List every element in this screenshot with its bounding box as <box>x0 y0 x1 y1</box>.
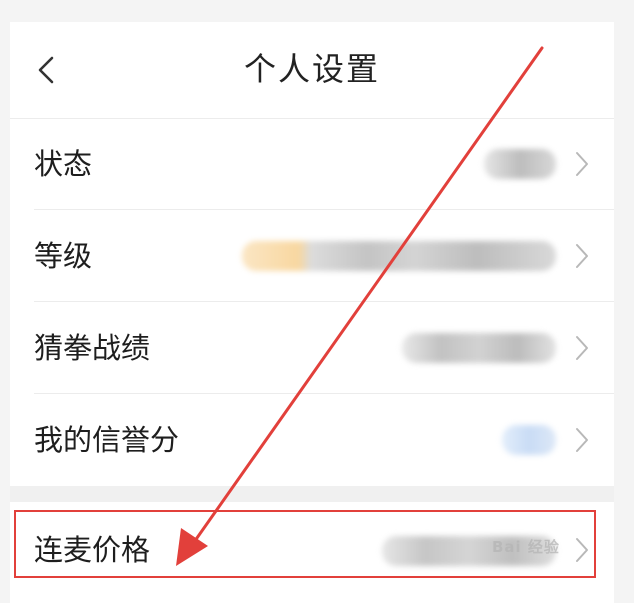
settings-row-level[interactable]: 等级 <box>10 210 614 302</box>
chevron-right-icon <box>576 538 588 562</box>
settings-panel: 个人设置 状态 等级 猜拳战绩 我的信誉分 连麦价格 <box>10 22 614 603</box>
page-title: 个人设置 <box>243 50 380 88</box>
blurred-value <box>402 333 556 363</box>
chevron-right-icon <box>576 336 588 360</box>
chevron-right-icon <box>576 428 588 452</box>
chevron-right-icon <box>576 152 588 176</box>
section-separator <box>10 486 614 502</box>
watermark-logo: Bai 经验 <box>492 538 560 556</box>
settings-row-finger-guessing[interactable]: 猜拳战绩 <box>10 302 614 394</box>
settings-row-credit-score[interactable]: 我的信誉分 <box>10 394 614 486</box>
settings-row-label: 状态 <box>34 147 93 181</box>
blurred-value <box>502 425 556 455</box>
settings-row-label: 等级 <box>34 239 93 273</box>
app-screen: 个人设置 状态 等级 猜拳战绩 我的信誉分 连麦价格 Bai 经验 <box>0 0 634 603</box>
settings-row-status[interactable]: 状态 <box>10 118 614 210</box>
blurred-value <box>484 149 556 179</box>
settings-row-label: 猜拳战绩 <box>34 331 151 365</box>
nav-header: 个人设置 <box>10 22 614 119</box>
settings-row-label: 我的信誉分 <box>34 423 180 457</box>
chevron-right-icon <box>576 244 588 268</box>
blurred-value <box>242 241 556 271</box>
settings-row-label: 连麦价格 <box>34 533 151 567</box>
